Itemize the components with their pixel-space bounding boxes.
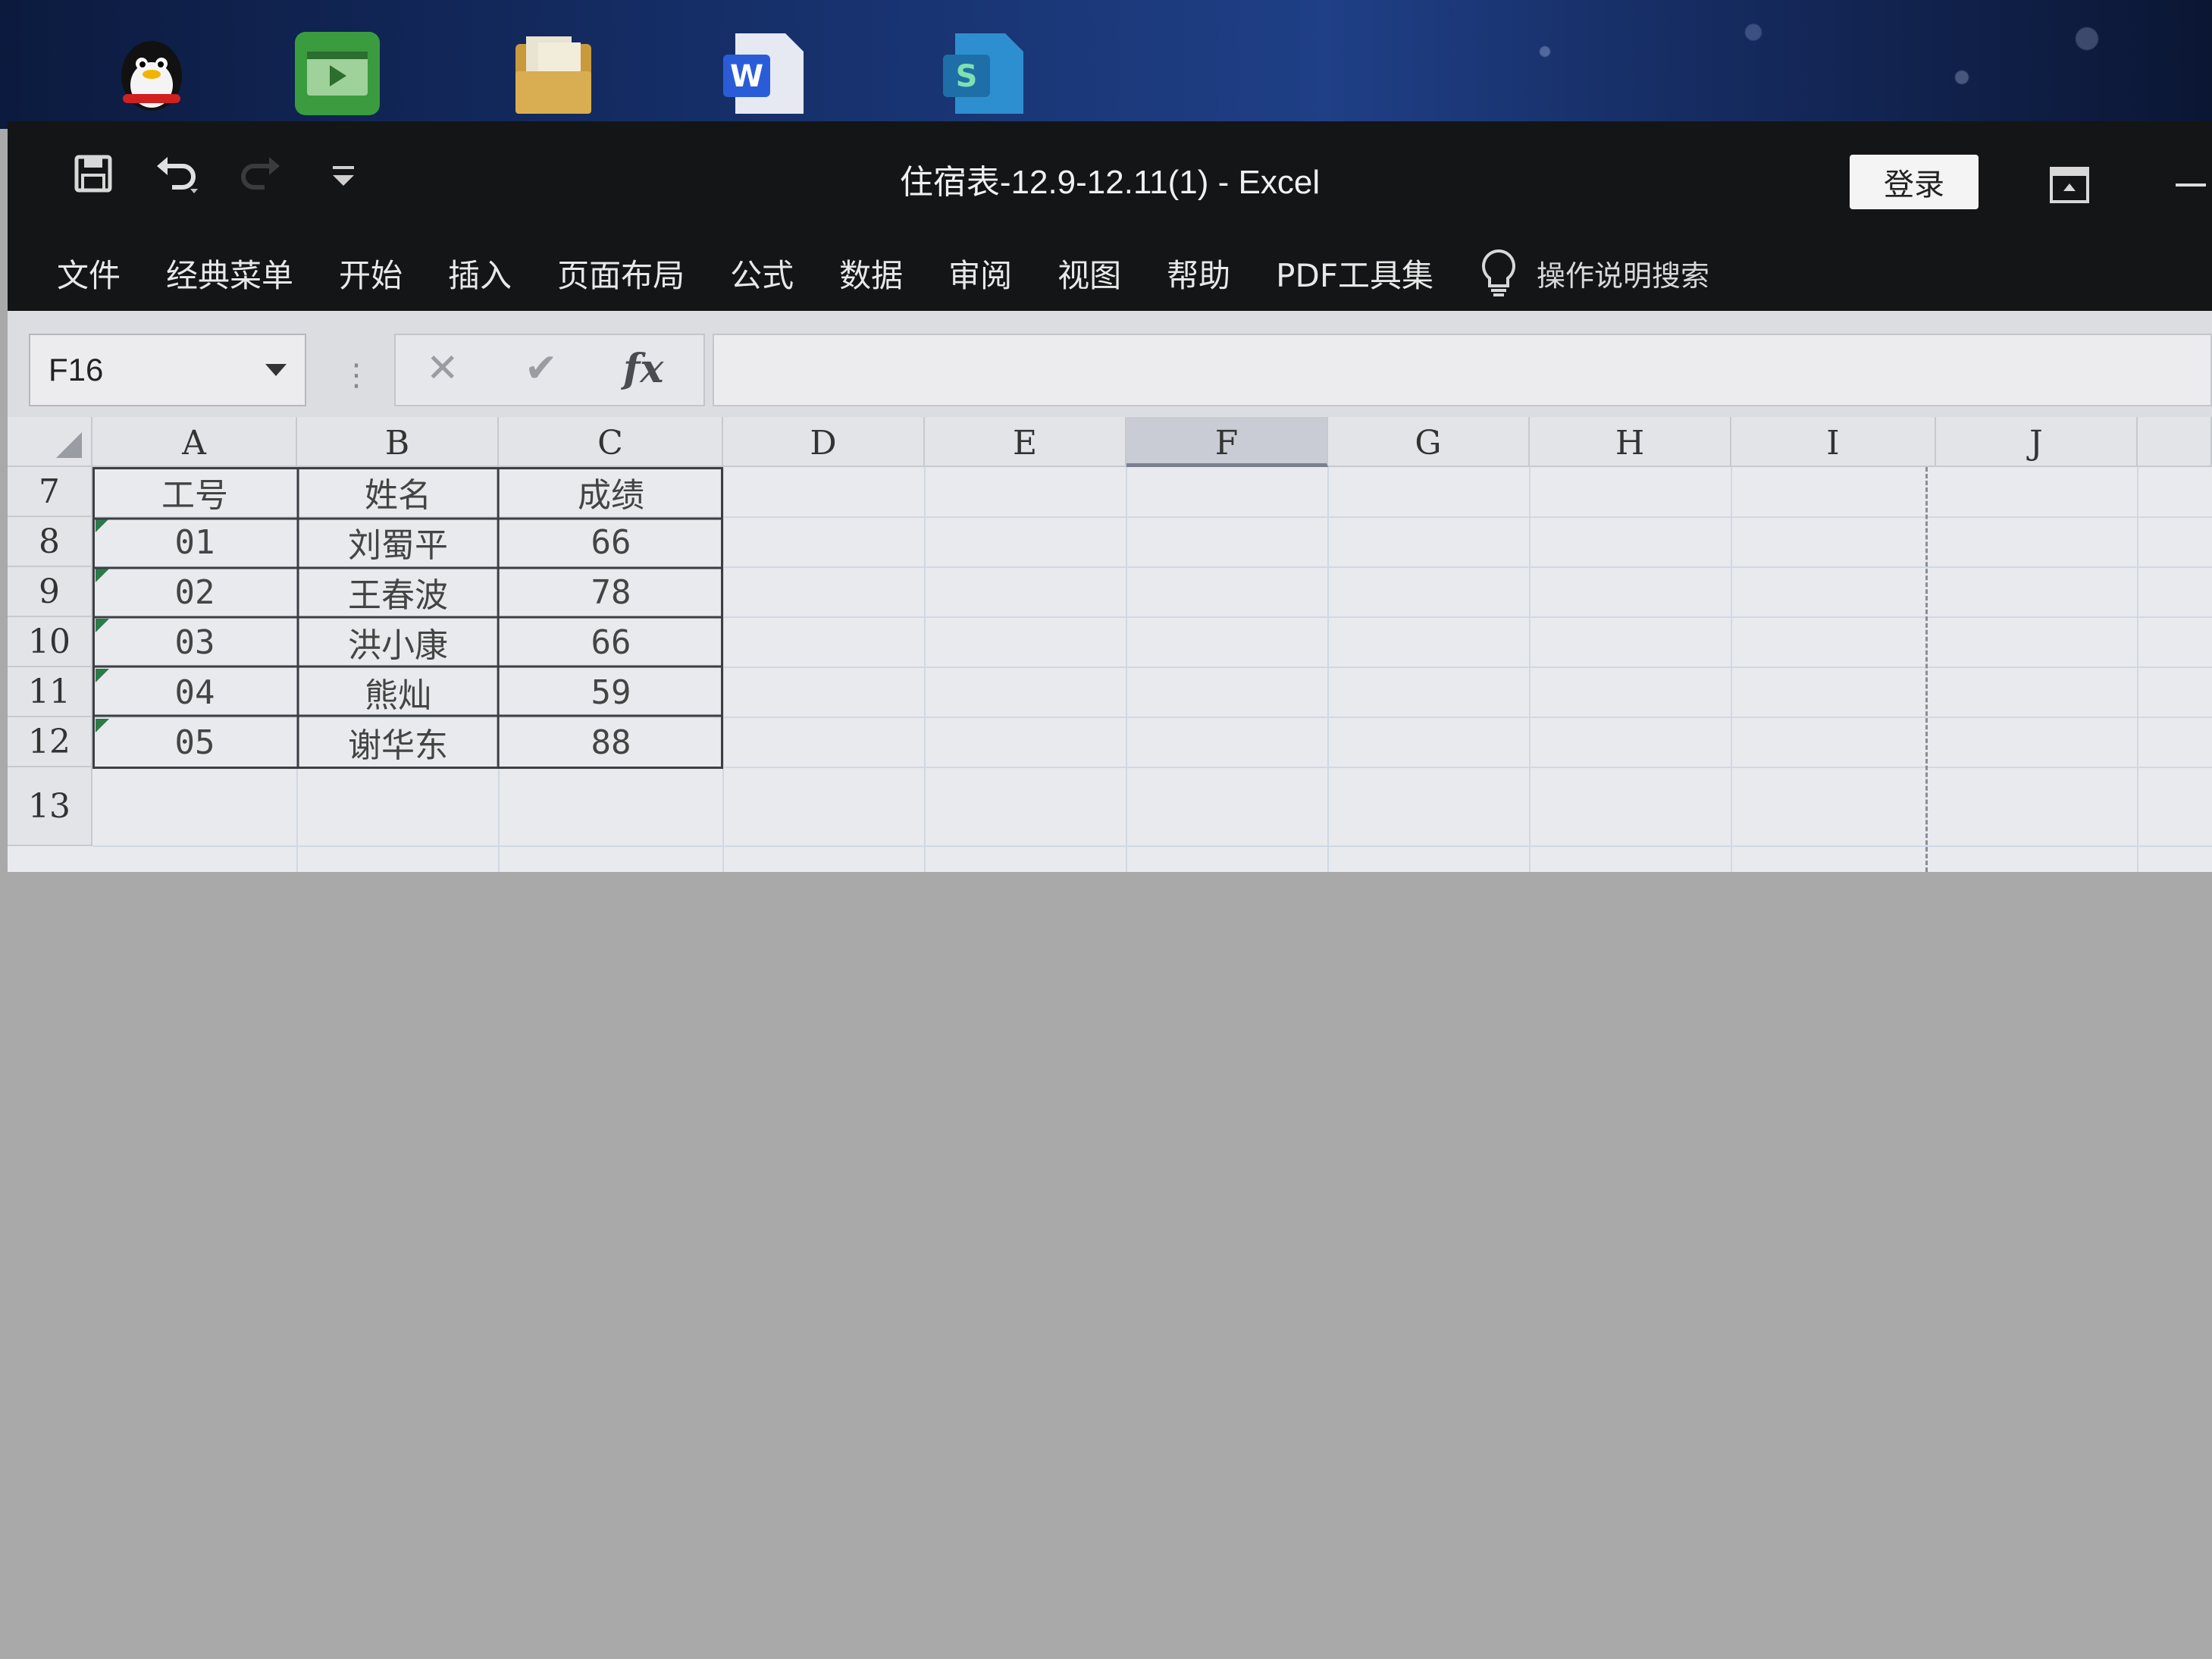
row-header-8[interactable]: 8 — [8, 517, 92, 567]
column-header-j[interactable]: J — [1936, 417, 2138, 467]
cell-b10[interactable]: 洪小康 — [297, 617, 499, 667]
tab-classic-menu[interactable]: 经典菜单 — [166, 250, 293, 296]
gridline — [2137, 467, 2138, 872]
name-box-value: F16 — [49, 352, 104, 387]
tab-page-layout[interactable]: 页面布局 — [557, 250, 685, 296]
column-header-b[interactable]: B — [297, 417, 499, 467]
formula-bar: F16 ⋮ ✕ ✔ fx — [8, 311, 2212, 417]
tell-me-search[interactable]: 操作说明搜索 — [1479, 248, 1709, 298]
wallpaper-decoration — [1378, 0, 2212, 129]
cell-b8[interactable]: 刘蜀平 — [297, 517, 499, 567]
cell-c11[interactable]: 59 — [499, 667, 723, 717]
lightbulb-icon — [1481, 249, 1515, 296]
minimize-icon[interactable] — [2176, 183, 2206, 187]
title-bar: 住宿表-12.9-12.11(1) - Excel 登录 — [8, 121, 2212, 235]
column-header-g[interactable]: G — [1328, 417, 1530, 467]
excel-window: 住宿表-12.9-12.11(1) - Excel 登录 文件 经典菜单 开始 … — [8, 121, 2212, 872]
tab-view[interactable]: 视图 — [1057, 250, 1121, 296]
tab-formulas[interactable]: 公式 — [730, 250, 794, 296]
qq-icon[interactable] — [106, 29, 197, 118]
cell-a7[interactable]: 工号 — [92, 467, 297, 517]
cell-a9[interactable]: 02 — [92, 567, 297, 617]
more-options-icon[interactable]: ⋮ — [341, 358, 371, 393]
cell-a8[interactable]: 01 — [92, 517, 297, 567]
login-button[interactable]: 登录 — [1850, 155, 1979, 209]
cell-c8[interactable]: 66 — [499, 517, 723, 567]
gridline — [1327, 467, 1329, 872]
cell-b9[interactable]: 王春波 — [297, 567, 499, 617]
tab-data[interactable]: 数据 — [839, 250, 903, 296]
row-header-10[interactable]: 10 — [8, 617, 92, 667]
error-indicator[interactable] — [96, 619, 109, 632]
name-box[interactable]: F16 — [29, 334, 306, 406]
column-header-f[interactable]: F — [1126, 417, 1328, 467]
cell-c7[interactable]: 成绩 — [499, 467, 723, 517]
chevron-down-icon[interactable] — [265, 364, 287, 376]
error-indicator[interactable] — [96, 519, 109, 532]
error-indicator[interactable] — [96, 719, 109, 732]
column-header-h[interactable]: H — [1530, 417, 1731, 467]
column-header-a[interactable]: A — [92, 417, 297, 467]
tab-file[interactable]: 文件 — [57, 250, 121, 296]
cell-c9[interactable]: 78 — [499, 567, 723, 617]
folder-icon[interactable] — [508, 29, 599, 118]
row-header-7[interactable]: 7 — [8, 467, 92, 517]
insert-function-icon[interactable]: fx — [623, 346, 663, 392]
error-indicator[interactable] — [96, 569, 109, 582]
check-icon[interactable]: ✔ — [525, 346, 558, 391]
column-header-i[interactable]: I — [1731, 417, 1936, 467]
gridline — [1126, 467, 1127, 872]
formula-input[interactable] — [713, 334, 2212, 406]
cell-b11[interactable]: 熊灿 — [297, 667, 499, 717]
svg-text:S: S — [956, 59, 978, 94]
tell-me-label: 操作说明搜索 — [1536, 259, 1709, 293]
gridline — [1529, 467, 1531, 872]
wps-writer-icon[interactable]: W — [720, 29, 811, 118]
error-indicator[interactable] — [96, 669, 109, 682]
tab-home[interactable]: 开始 — [339, 250, 403, 296]
tab-review[interactable]: 审阅 — [948, 250, 1012, 296]
gridline — [1731, 467, 1732, 872]
select-all-button[interactable] — [8, 417, 92, 467]
desktop-background: W S — [0, 0, 2212, 129]
cell-c12[interactable]: 88 — [499, 717, 723, 767]
tab-pdf-tools[interactable]: PDF工具集 — [1276, 250, 1433, 296]
tab-help[interactable]: 帮助 — [1167, 250, 1230, 296]
ribbon-display-options-icon[interactable] — [2047, 164, 2092, 206]
cell-a12[interactable]: 05 — [92, 717, 297, 767]
cell-a11[interactable]: 04 — [92, 667, 297, 717]
video-editor-icon[interactable] — [292, 29, 383, 118]
ribbon-tabs: 文件 经典菜单 开始 插入 页面布局 公式 数据 审阅 视图 帮助 PDF工具集… — [8, 235, 2212, 311]
cell-b12[interactable]: 谢华东 — [297, 717, 499, 767]
svg-text:W: W — [730, 59, 763, 94]
tab-insert[interactable]: 插入 — [448, 250, 512, 296]
cell-a10[interactable]: 03 — [92, 617, 297, 667]
wps-spreadsheet-icon[interactable]: S — [940, 29, 1031, 118]
row-header-9[interactable]: 9 — [8, 567, 92, 617]
gridline — [924, 467, 926, 872]
cell-c10[interactable]: 66 — [499, 617, 723, 667]
cancel-icon[interactable]: ✕ — [426, 346, 459, 391]
cell-b7[interactable]: 姓名 — [297, 467, 499, 517]
column-header-d[interactable]: D — [723, 417, 925, 467]
page-break-line — [1925, 467, 1928, 872]
column-header-c[interactable]: C — [499, 417, 723, 467]
row-header-13[interactable]: 13 — [8, 767, 92, 846]
column-header-e[interactable]: E — [925, 417, 1126, 467]
worksheet-grid[interactable]: A B C D E F G H I J 7 8 9 10 11 12 13 工号… — [8, 417, 2212, 872]
row-header-12[interactable]: 12 — [8, 717, 92, 767]
gridline — [92, 845, 2212, 847]
row-header-11[interactable]: 11 — [8, 667, 92, 717]
formula-buttons: ✕ ✔ fx — [394, 334, 705, 406]
column-header-k[interactable] — [2138, 417, 2212, 467]
